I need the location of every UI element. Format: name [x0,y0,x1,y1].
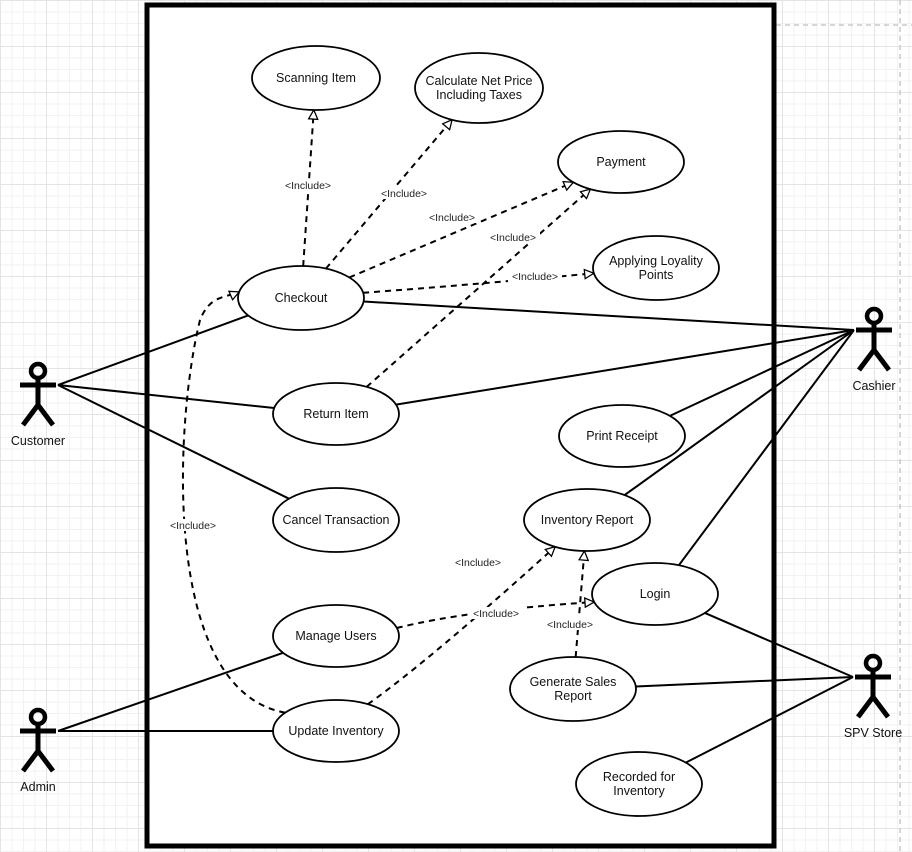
include-label: <Include> [473,608,519,620]
include-label: <Include> [170,520,216,532]
use-case-label: Points [639,268,674,282]
use-case-label: Login [640,587,671,601]
use-case-label: Inventory [613,784,665,798]
use-case-payment[interactable]: Payment [557,130,685,194]
actor-cashier[interactable]: Cashier [852,306,896,393]
use-case-label: Return Item [303,407,368,421]
include-label: <Include> [285,180,331,192]
actor-admin[interactable]: Admin [20,707,56,794]
use-case-label: Report [554,689,592,703]
use-case-label: Including Taxes [436,88,522,102]
use-case-login[interactable]: Login [591,562,719,626]
use-case-label: Cancel Transaction [282,513,389,527]
include-label: <Include> [512,271,558,283]
use-case-label: Manage Users [295,629,376,643]
use-case-loyalty[interactable]: Applying LoyalityPoints [592,235,720,301]
use-case-update[interactable]: Update Inventory [272,699,400,763]
include-label: <Include> [429,212,475,224]
use-case-recorded[interactable]: Recorded forInventory [575,751,703,817]
use-case-diagram: <Include><Include><Include><Include><Inc… [11,0,912,852]
use-case-label: Generate Sales [530,675,617,689]
use-case-label: Recorded for [603,770,675,784]
stick-figure-icon [855,653,891,719]
stick-figure-icon [20,361,56,427]
use-case-label: Print Receipt [586,429,658,443]
use-case-label: Applying Loyality [609,254,704,268]
use-case-cancel[interactable]: Cancel Transaction [272,487,400,553]
use-case-calc[interactable]: Calculate Net PriceIncluding Taxes [414,52,544,124]
actor-label: Admin [20,780,55,794]
actor-spv[interactable]: SPV Store [844,653,902,740]
use-case-label: Payment [596,155,646,169]
actor-label: Customer [11,434,65,448]
use-case-checkout[interactable]: Checkout [237,265,365,331]
use-case-label: Update Inventory [288,724,384,738]
actor-label: Cashier [852,379,895,393]
include-label: <Include> [490,232,536,244]
use-case-label: Scanning Item [276,71,356,85]
include-label: <Include> [455,557,501,569]
use-case-return[interactable]: Return Item [272,382,400,446]
use-case-label: Inventory Report [541,513,634,527]
actor-customer[interactable]: Customer [11,361,65,448]
use-case-scanning[interactable]: Scanning Item [251,45,381,111]
use-case-label: Checkout [275,291,328,305]
actor-label: SPV Store [844,726,902,740]
include-label: <Include> [381,188,427,200]
use-case-label: Calculate Net Price [426,74,533,88]
use-case-invreport[interactable]: Inventory Report [523,488,651,552]
use-case-print[interactable]: Print Receipt [558,404,686,468]
include-label: <Include> [547,619,593,631]
use-case-gensales[interactable]: Generate SalesReport [509,656,637,722]
stick-figure-icon [856,306,892,372]
stick-figure-icon [20,707,56,773]
use-case-manage[interactable]: Manage Users [272,604,400,668]
